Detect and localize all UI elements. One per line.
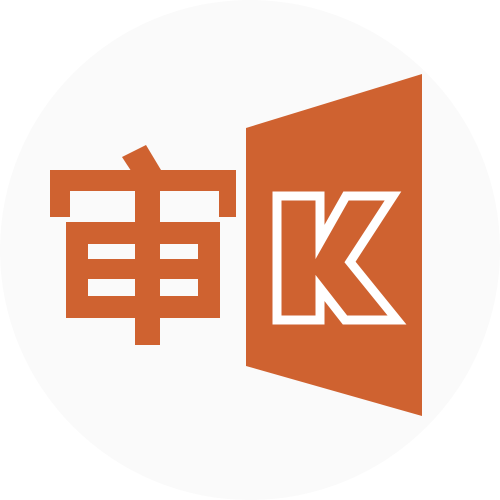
app-icon-canvas xyxy=(0,0,500,500)
app-logo-icon xyxy=(50,74,422,416)
door-panel-shape xyxy=(246,74,422,416)
shen-character-glyph xyxy=(50,145,236,345)
glyph-box-bottom xyxy=(66,296,220,318)
glyph-box-top xyxy=(66,222,220,244)
glyph-box-middle xyxy=(66,259,220,279)
